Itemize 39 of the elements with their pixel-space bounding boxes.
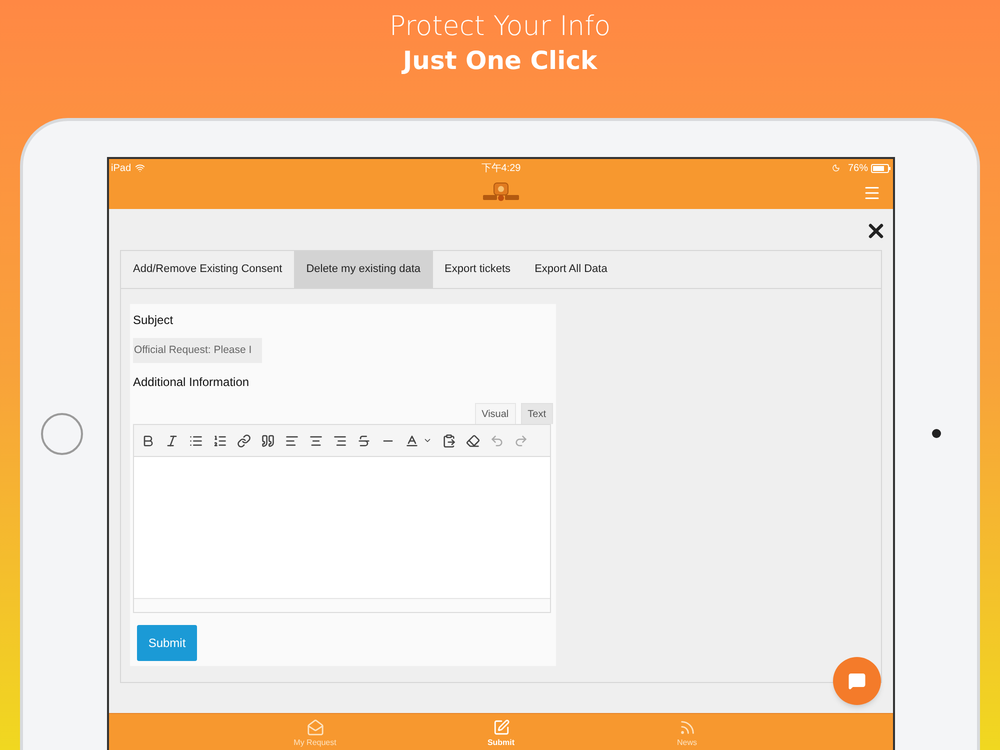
tab[interactable]: Export tickets (432, 251, 523, 288)
moon-icon (832, 164, 840, 172)
caret-icon[interactable] (423, 436, 432, 445)
italic-icon[interactable] (165, 434, 179, 448)
bullet-list-icon[interactable] (189, 434, 203, 448)
battery-icon (871, 164, 891, 172)
additional-info-label: Additional Information (133, 374, 250, 391)
promo-subtitle: Just One Click (402, 45, 598, 77)
editor-tab[interactable]: Visual (474, 403, 516, 424)
align-left-icon[interactable] (285, 434, 299, 448)
wifi-icon (135, 163, 146, 173)
chat-button[interactable] (833, 657, 881, 705)
subject-field[interactable]: Official Request: Please I (133, 338, 262, 363)
rss-icon (678, 719, 696, 736)
edit-icon (492, 719, 510, 736)
eraser-icon[interactable] (466, 434, 480, 448)
home-button[interactable] (41, 412, 83, 454)
clock: 下午4:29 (481, 162, 521, 176)
promo-title: Protect Your Info (389, 10, 611, 44)
editor-tab[interactable]: Text (520, 403, 553, 424)
quote-icon[interactable] (261, 434, 275, 448)
battery-label: 76% (848, 162, 868, 176)
tab[interactable]: Export All Data (522, 251, 620, 288)
align-right-icon[interactable] (333, 434, 347, 448)
chat-icon (848, 672, 866, 690)
numbered-list-icon[interactable] (213, 434, 227, 448)
bold-icon[interactable] (141, 434, 155, 448)
subject-label: Subject (133, 312, 174, 329)
link-icon[interactable] (237, 434, 251, 448)
paste-icon[interactable] (442, 434, 456, 448)
envelope-icon (306, 719, 324, 736)
text-color-icon[interactable] (405, 434, 419, 448)
align-center-icon[interactable] (309, 434, 323, 448)
strikethrough-icon[interactable] (357, 434, 371, 448)
tab[interactable]: Add/Remove Existing Consent (121, 251, 294, 288)
logo (482, 182, 520, 204)
tab[interactable]: Delete my existing data (294, 251, 433, 288)
submit-button[interactable]: Submit (137, 625, 197, 661)
carrier-label: iPad (111, 162, 132, 176)
